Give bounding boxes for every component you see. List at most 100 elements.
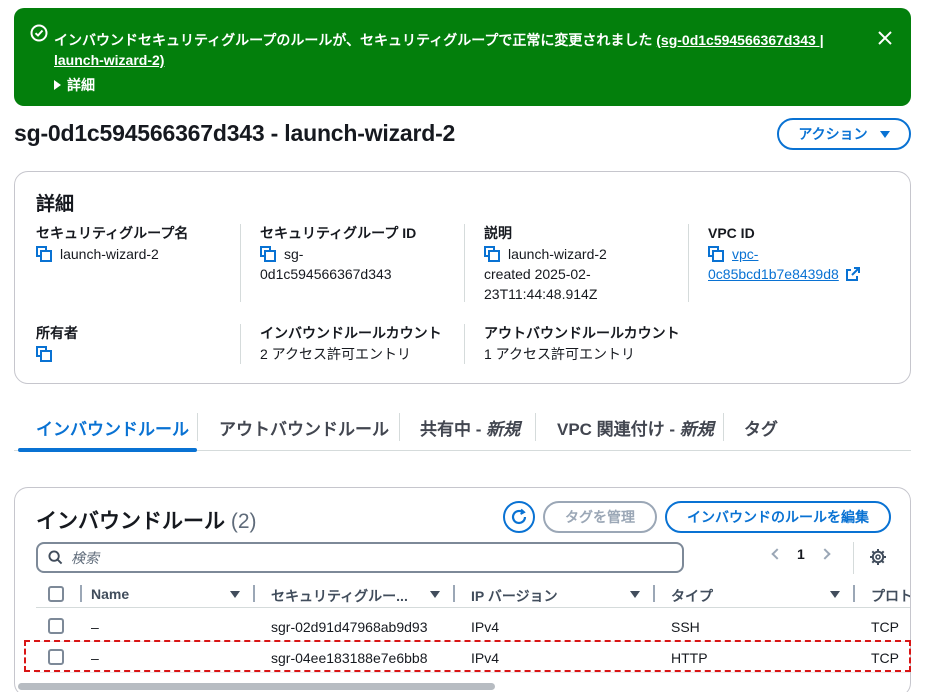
- copy-icon[interactable]: [484, 246, 500, 262]
- inbound-count-label: インバウンドルールカウント: [260, 325, 442, 341]
- cell-ip-version: IPv4: [471, 619, 500, 635]
- actions-button[interactable]: アクション: [777, 118, 911, 150]
- refresh-button[interactable]: [503, 501, 535, 533]
- inbound-count-value: 2 アクセス許可エントリ: [260, 346, 411, 362]
- description-value-1: launch-wizard-2: [508, 246, 607, 262]
- pagination: 1: [771, 546, 831, 562]
- vpc-id-link-1[interactable]: vpc-: [732, 246, 758, 262]
- sg-name-label: セキュリティグループ名: [36, 225, 189, 241]
- sg-name-field: セキュリティグループ名 launch-wizard-2: [36, 223, 236, 264]
- description-field: 説明 launch-wizard-2 created 2025-02- 23T1…: [484, 223, 674, 304]
- active-tab-indicator: [18, 448, 197, 452]
- edit-inbound-rules-button[interactable]: インバウンドのルールを編集: [665, 501, 891, 533]
- sg-id-field: セキュリティグループ ID sg- 0d1c594566367d343: [260, 223, 450, 284]
- inbound-count-field: インバウンドルールカウント 2 アクセス許可エントリ: [260, 323, 460, 364]
- flash-details-toggle[interactable]: 詳細: [54, 75, 95, 95]
- description-label: 説明: [484, 225, 512, 241]
- table-header: Name セキュリティグルー... IP バージョン タイプ プロト: [36, 582, 910, 608]
- tab-label: タグ: [744, 419, 778, 439]
- caret-right-icon: [54, 80, 61, 90]
- copy-icon[interactable]: [36, 346, 52, 362]
- row-checkbox[interactable]: [48, 649, 64, 665]
- inbound-rules-heading: インバウンドルール (2): [36, 505, 257, 535]
- column-header-rule-id[interactable]: セキュリティグルー...: [271, 586, 408, 606]
- copy-icon[interactable]: [260, 246, 276, 262]
- sg-id-label: セキュリティグループ ID: [260, 225, 417, 241]
- copy-icon[interactable]: [36, 246, 52, 262]
- sort-caret-icon[interactable]: [830, 591, 840, 598]
- copy-icon[interactable]: [708, 246, 724, 262]
- details-card: 詳細 セキュリティグループ名 launch-wizard-2 セキュリティグルー…: [14, 171, 911, 384]
- manage-tags-button[interactable]: タグを管理: [543, 501, 657, 533]
- description-value-3: 23T11:44:48.914Z: [484, 286, 598, 302]
- cell-ip-version: IPv4: [471, 650, 500, 666]
- tab-divider: [399, 413, 400, 441]
- sort-caret-icon[interactable]: [230, 591, 240, 598]
- tab-label: インバウンドルール: [36, 419, 189, 439]
- column-divider: [80, 585, 82, 602]
- success-check-icon: [30, 24, 48, 42]
- cell-rule-id: sgr-04ee183188e7e6bb8: [271, 650, 428, 666]
- vpc-id-link-2[interactable]: 0c85bcd1b7e8439d8: [708, 266, 839, 282]
- tab-sharing[interactable]: 共有中 - 新規: [420, 405, 520, 449]
- success-flash-banner: インバウンドセキュリティグループのルールが、セキュリティグループで正常に変更され…: [14, 8, 911, 106]
- sort-caret-icon[interactable]: [630, 591, 640, 598]
- sort-caret-icon[interactable]: [430, 591, 440, 598]
- outbound-count-value: 1 アクセス許可エントリ: [484, 346, 635, 362]
- tab-new-badge: 新規: [679, 419, 714, 439]
- manage-tags-label: タグを管理: [565, 509, 635, 525]
- search-icon: [48, 550, 63, 565]
- horizontal-scrollbar[interactable]: [18, 683, 495, 690]
- table-row[interactable]: – sgr-02d91d47968ab9d93 IPv4 SSH TCP: [36, 611, 910, 642]
- tab-new-badge: 新規: [486, 419, 521, 439]
- column-divider: [253, 585, 255, 602]
- tab-divider: [723, 413, 724, 441]
- previous-page-icon[interactable]: [771, 548, 783, 560]
- row-checkbox[interactable]: [48, 618, 64, 634]
- cell-name: –: [91, 619, 99, 635]
- outbound-count-label: アウトバウンドルールカウント: [484, 325, 680, 341]
- gear-icon[interactable]: [869, 548, 887, 566]
- divider: [464, 224, 465, 302]
- divider: [688, 224, 689, 302]
- divider: [240, 224, 241, 302]
- column-header-type[interactable]: タイプ: [671, 586, 713, 606]
- inbound-rules-panel: インバウンドルール (2) タグを管理 インバウンドのルールを編集 1 Name…: [14, 487, 911, 692]
- tab-outbound-rules[interactable]: アウトバウンドルール: [219, 405, 389, 449]
- cell-protocol: TCP: [871, 619, 899, 635]
- column-header-ip-version[interactable]: IP バージョン: [471, 586, 558, 606]
- caret-down-icon: [879, 130, 890, 138]
- search-box: [36, 542, 684, 573]
- current-page[interactable]: 1: [797, 546, 805, 562]
- details-heading: 詳細: [36, 194, 75, 215]
- tab-inbound-rules[interactable]: インバウンドルール: [36, 405, 189, 449]
- cell-protocol: TCP: [871, 650, 899, 666]
- cell-type: HTTP: [671, 650, 708, 666]
- column-divider: [453, 585, 455, 602]
- vpc-id-label: VPC ID: [708, 225, 755, 241]
- tab-label: 共有中 -: [420, 419, 487, 439]
- table-row[interactable]: – sgr-04ee183188e7e6bb8 IPv4 HTTP TCP: [36, 642, 910, 673]
- page-title: sg-0d1c594566367d343 - launch-wizard-2: [14, 120, 456, 146]
- sg-name-value: launch-wizard-2: [60, 246, 159, 262]
- column-divider: [653, 585, 655, 602]
- search-input[interactable]: [71, 549, 651, 566]
- description-value-2: created 2025-02-: [484, 266, 591, 282]
- close-icon[interactable]: [877, 30, 893, 46]
- column-header-protocol[interactable]: プロト: [871, 586, 910, 606]
- vpc-id-field: VPC ID vpc- 0c85bcd1b7e8439d8: [708, 223, 898, 284]
- tab-divider: [197, 413, 198, 441]
- inbound-rules-count: (2): [230, 510, 257, 533]
- select-all-checkbox[interactable]: [48, 586, 64, 602]
- next-page-icon[interactable]: [819, 548, 831, 560]
- external-link-icon[interactable]: [845, 267, 860, 281]
- tab-vpc-associations[interactable]: VPC 関連付け - 新規: [557, 405, 714, 449]
- column-header-name[interactable]: Name: [91, 586, 129, 602]
- sg-id-value-2: 0d1c594566367d343: [260, 266, 392, 282]
- tab-tags[interactable]: タグ: [744, 405, 778, 449]
- cell-name: –: [91, 650, 99, 666]
- edit-inbound-rules-label: インバウンドのルールを編集: [687, 509, 869, 525]
- flash-details-label: 詳細: [67, 77, 95, 93]
- tab-bar: インバウンドルール アウトバウンドルール 共有中 - 新規 VPC 関連付け -…: [14, 405, 911, 452]
- outbound-count-field: アウトバウンドルールカウント 1 アクセス許可エントリ: [484, 323, 704, 364]
